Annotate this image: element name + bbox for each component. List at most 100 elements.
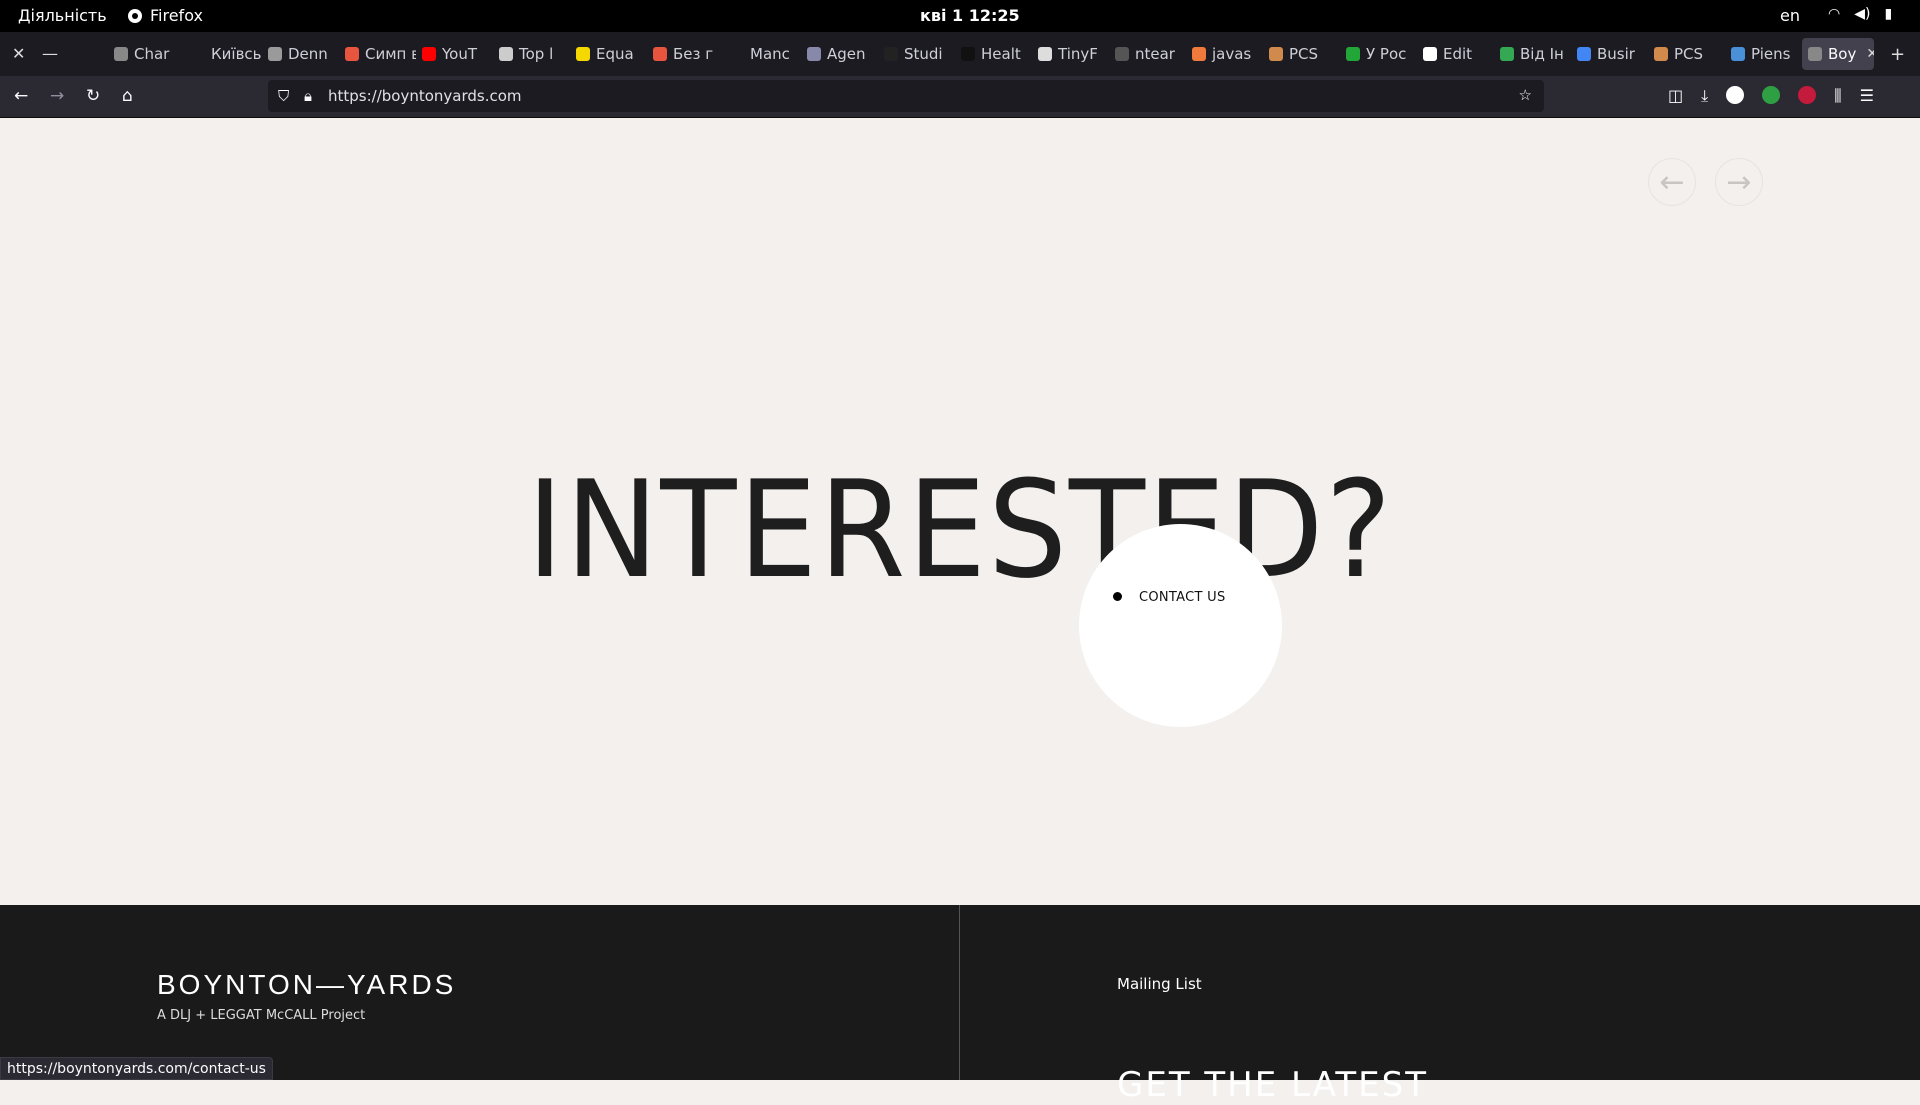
tab-18[interactable]: Від Ін [1494,38,1571,70]
tab-7[interactable]: Без г [647,38,724,70]
forward-button[interactable]: → [50,86,64,106]
tab-3[interactable]: Симп відтв [339,38,416,70]
url-text[interactable]: https://boyntonyards.com [328,87,522,105]
bookmark-star-icon[interactable]: ☆ [1519,86,1532,104]
system-tray[interactable]: ◠ ◀) ▮ [1828,6,1892,22]
mailing-list-heading: Mailing List [1117,975,1202,993]
navigation-toolbar: ← → ↻ ⌂ ⛉ 🔒︎ https://boyntonyards.com ☆ … [0,76,1920,118]
tab-list: Char Київські Denn Симп відтв YouT Top l Equa Б… [108,38,1874,70]
next-arrow-button[interactable]: → [1715,158,1763,206]
tab-19[interactable]: Busir [1571,38,1648,70]
tab-12[interactable]: TinyF [1032,38,1109,70]
tab-20[interactable]: PCS [1648,38,1725,70]
tab-1[interactable]: Київські [185,38,262,70]
app-menu[interactable]: Firefox [128,6,203,25]
tab-favicon-icon [1115,47,1129,61]
tracking-shield-icon[interactable]: ⛉ [278,87,289,105]
tab-17[interactable]: Edit [1417,38,1494,70]
new-tab-button[interactable]: + [1890,44,1905,65]
tab-label: Boy [1828,45,1857,63]
tab-favicon-icon [961,47,975,61]
tab-label: Agen [827,45,866,63]
tab-label: ntear [1135,45,1175,63]
tab-5[interactable]: Top l [493,38,570,70]
footer-divider [959,905,960,1080]
tab-6[interactable]: Equa [570,38,647,70]
tab-21[interactable]: Piens [1725,38,1802,70]
firefox-icon [128,8,142,23]
tab-favicon-icon [807,47,821,61]
minimize-window-icon[interactable]: — [42,44,58,63]
lock-icon[interactable]: 🔒︎ [304,87,312,105]
url-bar[interactable]: ⛉ 🔒︎ https://boyntonyards.com ☆ [268,80,1544,112]
tab-favicon-icon [1808,47,1822,61]
back-button[interactable]: ← [14,86,28,106]
tab-favicon-icon [1269,47,1283,61]
tab-favicon-icon [884,47,898,61]
tab-favicon-icon [1423,47,1437,61]
prev-arrow-button[interactable]: ← [1648,158,1696,206]
tab-8[interactable]: Manc [724,38,801,70]
tab-favicon-icon [345,47,359,61]
tab-label: javas [1212,45,1252,63]
home-button[interactable]: ⌂ [122,86,133,106]
close-tab-icon[interactable]: ✕ [1866,46,1874,62]
tab-10[interactable]: Studi [878,38,955,70]
tab-favicon-icon [653,47,667,61]
tab-16[interactable]: У Рос [1340,38,1417,70]
tab-label: PCS [1289,45,1319,63]
tab-label: YouT [442,45,478,63]
activities-button[interactable]: Діяльність [18,6,107,25]
library-icon[interactable]: ⫼ [1834,86,1841,106]
tab-label: Busir [1597,45,1635,63]
tab-favicon-icon [1654,47,1668,61]
tab-4[interactable]: YouT [416,38,493,70]
pocket-icon[interactable]: ◫ [1668,86,1683,106]
downloads-icon[interactable]: ⤓ [1701,86,1708,106]
volume-icon: ◀) [1854,6,1871,22]
menu-icon[interactable]: ☰ [1860,86,1874,106]
keyboard-layout[interactable]: en [1780,6,1800,25]
tab-2[interactable]: Denn [262,38,339,70]
tab-label: Від Ін [1520,45,1564,63]
tab-14[interactable]: javas [1186,38,1263,70]
tab-label: У Рос [1366,45,1407,63]
contact-us-label[interactable]: CONTACT US [1139,590,1226,605]
tab-label: Studi [904,45,943,63]
tab-label: PCS [1674,45,1704,63]
tab-favicon-icon [1577,47,1591,61]
wifi-icon: ◠ [1828,6,1841,22]
tab-favicon-icon [114,47,128,61]
tab-11[interactable]: Healt [955,38,1032,70]
tab-label: Denn [288,45,328,63]
close-window-icon[interactable]: ✕ [12,44,25,63]
tab-favicon-icon [576,47,590,61]
app-name: Firefox [150,6,203,25]
extension-abp-icon[interactable] [1798,86,1817,104]
tab-label: Top l [519,45,554,63]
get-the-latest-heading: GET THE LATEST [1117,1065,1428,1105]
battery-icon: ▮ [1884,6,1893,22]
tab-label: Manc [750,45,790,63]
page-content: ← → INTERESTED? CONTACT US [0,118,1920,905]
extension-green-icon[interactable] [1762,86,1781,104]
clock[interactable]: кві 1 12:25 [920,6,1020,25]
headline: INTERESTED? [526,452,1394,608]
tab-favicon-icon [268,47,282,61]
tab-label: Edit [1443,45,1473,63]
reload-button[interactable]: ↻ [86,86,100,106]
tab-22[interactable]: Boy ✕ [1802,38,1874,70]
extension-d-icon[interactable] [1726,86,1745,104]
contact-us-button[interactable]: CONTACT US [1079,524,1282,727]
tab-favicon-icon [1346,47,1360,61]
tab-9[interactable]: Agen [801,38,878,70]
tab-0[interactable]: Char [108,38,185,70]
bullet-dot [1113,592,1122,601]
tab-label: Healt [981,45,1021,63]
site-logo[interactable]: BOYNTON—YARDS [157,969,456,1001]
tab-15[interactable]: PCS [1263,38,1340,70]
logo-tagline: A DLJ + LEGGAT McCALL Project [157,1008,366,1023]
tab-13[interactable]: ntear [1109,38,1186,70]
tab-label: TinyF [1058,45,1098,63]
status-bar-url: https://boyntonyards.com/contact-us [0,1057,273,1080]
